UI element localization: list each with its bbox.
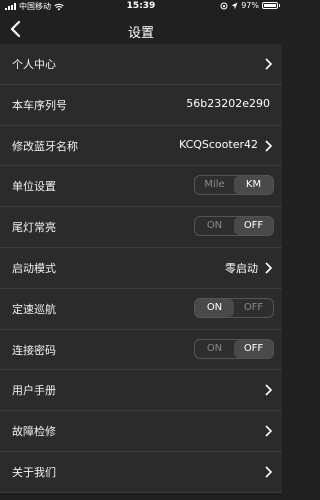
status-right: 97% xyxy=(220,1,280,10)
start-mode-value: 零启动 xyxy=(225,261,258,275)
chevron-right-icon xyxy=(265,262,273,274)
row-user-manual[interactable]: 用户手册 xyxy=(0,370,282,412)
chevron-right-icon xyxy=(265,425,273,437)
toggle-off[interactable]: OFF xyxy=(234,299,273,317)
battery-icon xyxy=(262,2,280,9)
toggle-on[interactable]: ON xyxy=(195,298,234,317)
row-start-mode[interactable]: 启动模式 零启动 xyxy=(0,248,282,289)
row-label: 故障检修 xyxy=(12,425,56,439)
row-label: 定速巡航 xyxy=(12,302,56,316)
orientation-lock-icon xyxy=(220,2,228,9)
battery-percent: 97% xyxy=(241,1,259,10)
page-title: 设置 xyxy=(127,26,154,41)
chevron-right-icon xyxy=(265,58,273,70)
serial-number-value: 56b23202e290 xyxy=(186,96,270,110)
unit-toggle[interactable]: Mile KM xyxy=(194,175,274,196)
password-toggle[interactable]: ON OFF xyxy=(194,338,274,359)
row-unit-settings: 单位设置 Mile KM xyxy=(0,166,282,208)
row-label: 关于我们 xyxy=(12,465,56,479)
row-label: 本车序列号 xyxy=(12,98,67,112)
chevron-right-icon xyxy=(265,140,273,152)
row-taillight: 尾灯常亮 ON OFF xyxy=(0,207,282,248)
row-serial-number: 本车序列号 56b23202e290 xyxy=(0,85,282,126)
row-label: 个人中心 xyxy=(12,58,56,71)
row-bluetooth-name[interactable]: 修改蓝牙名称 KCQScooter42 xyxy=(0,126,282,167)
unit-option-km[interactable]: KM xyxy=(234,176,273,195)
row-cruise-control: 定速巡航 ON OFF xyxy=(0,289,282,330)
toggle-on[interactable]: ON xyxy=(195,340,234,358)
taillight-toggle[interactable]: ON OFF xyxy=(194,216,274,237)
status-bar: 中国移动 15:39 97% xyxy=(0,0,282,14)
cruise-control-toggle[interactable]: ON OFF xyxy=(194,297,274,318)
row-personal-center[interactable]: 个人中心 xyxy=(0,44,282,85)
bluetooth-name-value: KCQScooter42 xyxy=(178,137,258,151)
unit-option-mile[interactable]: Mile xyxy=(195,176,234,194)
battery-fill xyxy=(264,4,276,7)
row-label: 用户手册 xyxy=(12,384,56,398)
chevron-right-icon xyxy=(265,466,273,478)
chevron-right-icon xyxy=(265,384,273,396)
row-label: 连接密码 xyxy=(12,343,56,357)
row-label: 尾灯常亮 xyxy=(12,221,56,235)
row-label: 单位设置 xyxy=(12,180,56,194)
row-troubleshooting[interactable]: 故障检修 xyxy=(0,411,282,452)
row-label: 启动模式 xyxy=(12,261,56,275)
row-label: 修改蓝牙名称 xyxy=(12,139,78,153)
toggle-off[interactable]: OFF xyxy=(234,217,273,236)
nav-bar: 设置 xyxy=(0,14,282,44)
toggle-off[interactable]: OFF xyxy=(234,339,273,358)
toggle-on[interactable]: ON xyxy=(195,217,234,235)
row-connection-password: 连接密码 ON OFF xyxy=(0,330,282,371)
row-about-us[interactable]: 关于我们 xyxy=(0,452,282,493)
location-icon xyxy=(231,2,238,9)
settings-list: 个人中心 本车序列号 56b23202e290 修改蓝牙名称 KCQScoote… xyxy=(0,44,282,493)
